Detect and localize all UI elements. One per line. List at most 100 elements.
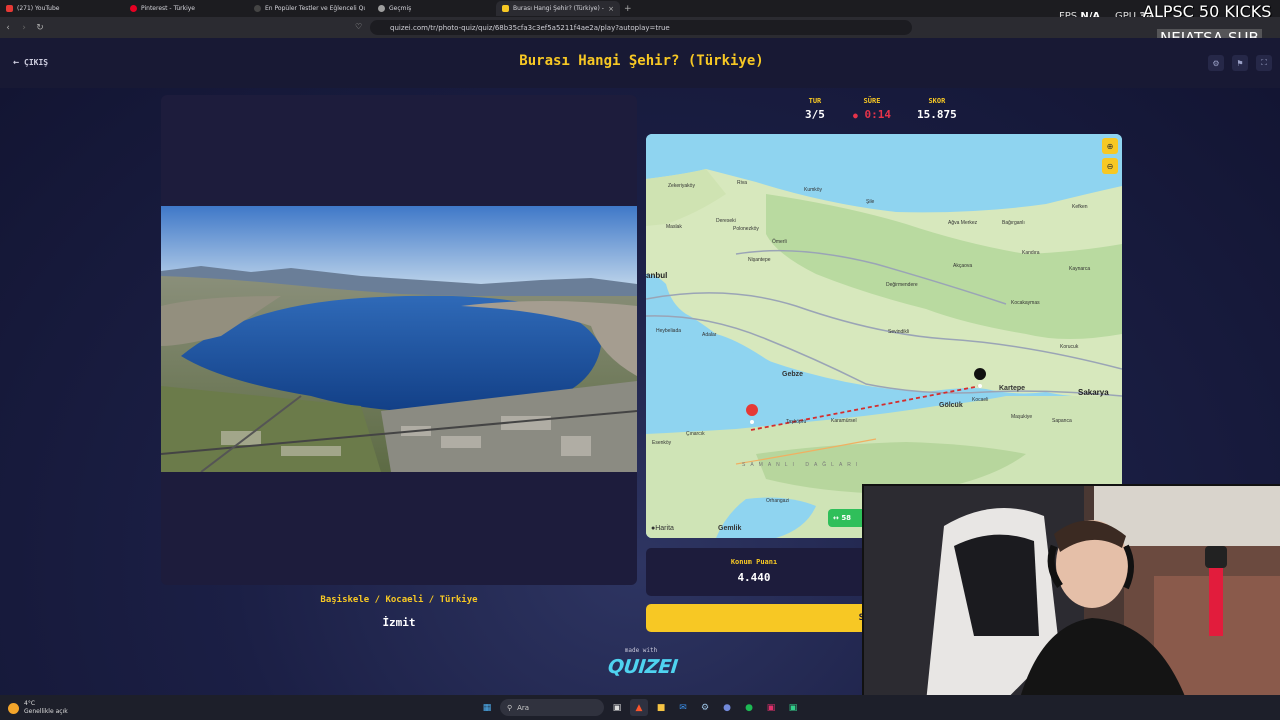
map-label: Kocaeli <box>972 397 989 403</box>
stat-time: SÜRE ● 0:14 <box>853 97 891 121</box>
time-text: 0:14 <box>864 108 891 121</box>
score-value: 15.875 <box>917 108 957 121</box>
map-label: Kaynarca <box>1069 266 1091 272</box>
map-label: Zekeriyaköy <box>668 183 695 189</box>
map-label: Sakarya <box>1078 388 1109 397</box>
map-label: Çınarcık <box>686 431 705 437</box>
attribution-text: Harita <box>655 525 674 532</box>
map-label: Esenköy <box>652 440 672 446</box>
address-bar-row: ‹ › ↻ ♡ quizei.com/tr/photo-quiz/quiz/68… <box>0 17 1280 38</box>
map-label: Ömerli <box>772 239 787 245</box>
tab-title: Pinterest - Türkiye <box>141 5 195 12</box>
instagram-icon[interactable]: ▣ <box>762 699 780 716</box>
discord-icon[interactable]: ● <box>718 699 736 716</box>
stat-score: SKOR 15.875 <box>917 97 957 121</box>
new-tab-button[interactable]: + <box>620 4 632 14</box>
mail-icon[interactable]: ✉ <box>674 699 692 716</box>
tab-title: En Popüler Testler ve Eğlenceli Quizle <box>265 5 365 12</box>
task-view-icon[interactable]: ▣ <box>608 699 626 716</box>
location-score-box: Konum Puanı 4.440 <box>646 548 866 596</box>
tab-pinterest[interactable]: Pinterest - Türkiye <box>124 1 248 16</box>
map-label: Sevindikli <box>888 329 910 335</box>
aerial-city-photo <box>161 206 637 472</box>
zoom-out-icon[interactable]: ⊖ <box>1102 158 1118 174</box>
header-actions: ⚙ ⚑ ⛶ <box>1208 55 1272 71</box>
map-label: Taşköprü <box>786 419 807 425</box>
tab-title: (271) YouTube <box>17 5 60 12</box>
spotify-icon[interactable]: ● <box>740 699 758 716</box>
location-score-value: 4.440 <box>737 571 771 584</box>
map-label: Orhangazi <box>766 498 790 504</box>
windows-start-icon[interactable]: ▦ <box>478 699 496 716</box>
map-label: Kocakaymas <box>1011 300 1040 306</box>
map-label: Ağva Merkez <box>948 220 978 226</box>
tab-title: Burası Hangi Şehir? (Türkiye) - Q <box>513 5 605 12</box>
map-label: Sapanca <box>1052 418 1072 424</box>
quizei-icon <box>502 5 509 12</box>
flag-icon[interactable]: ⚑ <box>1232 55 1248 71</box>
weather-temp: 4°C <box>24 700 36 707</box>
tab-close-icon[interactable]: × <box>608 5 614 13</box>
brave-icon[interactable]: ▲ <box>630 699 648 716</box>
answer-location: Başiskele / Kocaeli / Türkiye <box>320 595 478 605</box>
page-title: Burası Hangi Şehir? (Türkiye) <box>519 53 764 69</box>
search-placeholder: Ara <box>517 703 530 712</box>
map-label: Bağırganlı <box>1002 220 1025 226</box>
back-icon[interactable]: ‹ <box>0 23 16 33</box>
tab-title: Geçmiş <box>389 5 412 12</box>
forward-icon[interactable]: › <box>16 23 32 33</box>
quiz-photo <box>161 206 637 472</box>
url-field[interactable]: quizei.com/tr/photo-quiz/quiz/68b35cfa3c… <box>370 20 912 35</box>
time-label: SÜRE <box>863 97 881 105</box>
settings-icon[interactable]: ⚙ <box>1208 55 1224 71</box>
timer-icon: ● <box>853 111 858 120</box>
quizei-logo[interactable]: QUIZEI <box>607 656 679 678</box>
result-map[interactable]: ⊕ ⊖ Zekeriyaköy Riva Kumköy Şile Deresek… <box>646 134 1122 538</box>
tab-active-quiz[interactable]: Burası Hangi Şehir? (Türkiye) - Q × <box>496 1 620 16</box>
time-value: ● 0:14 <box>853 108 891 121</box>
map-label: Kefken <box>1072 204 1088 210</box>
map-label: SAMANLI DAĞLARI <box>742 462 863 468</box>
taskbar-icons: ▦ ⚲ Ara ▣ ▲ ■ ✉ ⚙ ● ● ▣ ▣ <box>478 699 802 716</box>
windows-taskbar: 4°C Genellikle açık ▦ ⚲ Ara ▣ ▲ ■ ✉ ⚙ ● … <box>0 695 1280 720</box>
streamer-webcam <box>862 484 1280 720</box>
search-icon: ⚲ <box>507 703 513 712</box>
map-label: Karamürsel <box>831 418 857 424</box>
weather-widget[interactable]: 4°C Genellikle açık <box>8 700 68 716</box>
map-label: Kartepe <box>999 385 1026 392</box>
map-canvas <box>646 134 1122 538</box>
map-attribution: ●Harita <box>651 525 674 532</box>
app-icon[interactable]: ▣ <box>784 699 802 716</box>
taskbar-search[interactable]: ⚲ Ara <box>500 699 604 716</box>
distance-icon: ↔ <box>833 514 839 522</box>
tab-quiz-list[interactable]: En Popüler Testler ve Eğlenceli Quizle <box>248 1 372 16</box>
file-explorer-icon[interactable]: ■ <box>652 699 670 716</box>
tab-youtube[interactable]: (271) YouTube <box>0 1 124 16</box>
map-label: Gemlik <box>718 525 742 532</box>
map-label: Akçaova <box>953 263 973 269</box>
next-button[interactable]: S <box>646 604 868 632</box>
url-text: quizei.com/tr/photo-quiz/quiz/68b35cfa3c… <box>390 23 670 32</box>
fullscreen-icon[interactable]: ⛶ <box>1256 55 1272 71</box>
map-label: Polonezköy <box>733 226 759 232</box>
steam-icon[interactable]: ⚙ <box>696 699 714 716</box>
zoom-in-icon[interactable]: ⊕ <box>1102 138 1118 154</box>
map-label: Gebze <box>782 371 804 378</box>
map-label: anbul <box>646 271 668 280</box>
map-label: Kumköy <box>804 187 823 193</box>
bookmark-icon[interactable]: ♡ <box>355 22 362 31</box>
quiz-header: ← ÇIKIŞ Burası Hangi Şehir? (Türkiye) ⚙ … <box>0 38 1280 88</box>
score-label: SKOR <box>928 97 946 105</box>
history-icon <box>378 5 385 12</box>
map-label: Nişantepe <box>748 257 771 263</box>
round-label: TUR <box>808 97 822 105</box>
map-label: Maslak <box>666 224 682 230</box>
youtube-icon <box>6 5 13 12</box>
map-label: Şile <box>866 199 875 205</box>
weather-desc: Genellikle açık <box>24 708 68 715</box>
round-value: 3/5 <box>805 108 825 121</box>
map-label: Kandıra <box>1022 250 1040 256</box>
weather-sun-icon <box>8 702 19 714</box>
tab-history[interactable]: Geçmiş <box>372 1 496 16</box>
reload-icon[interactable]: ↻ <box>32 23 48 33</box>
